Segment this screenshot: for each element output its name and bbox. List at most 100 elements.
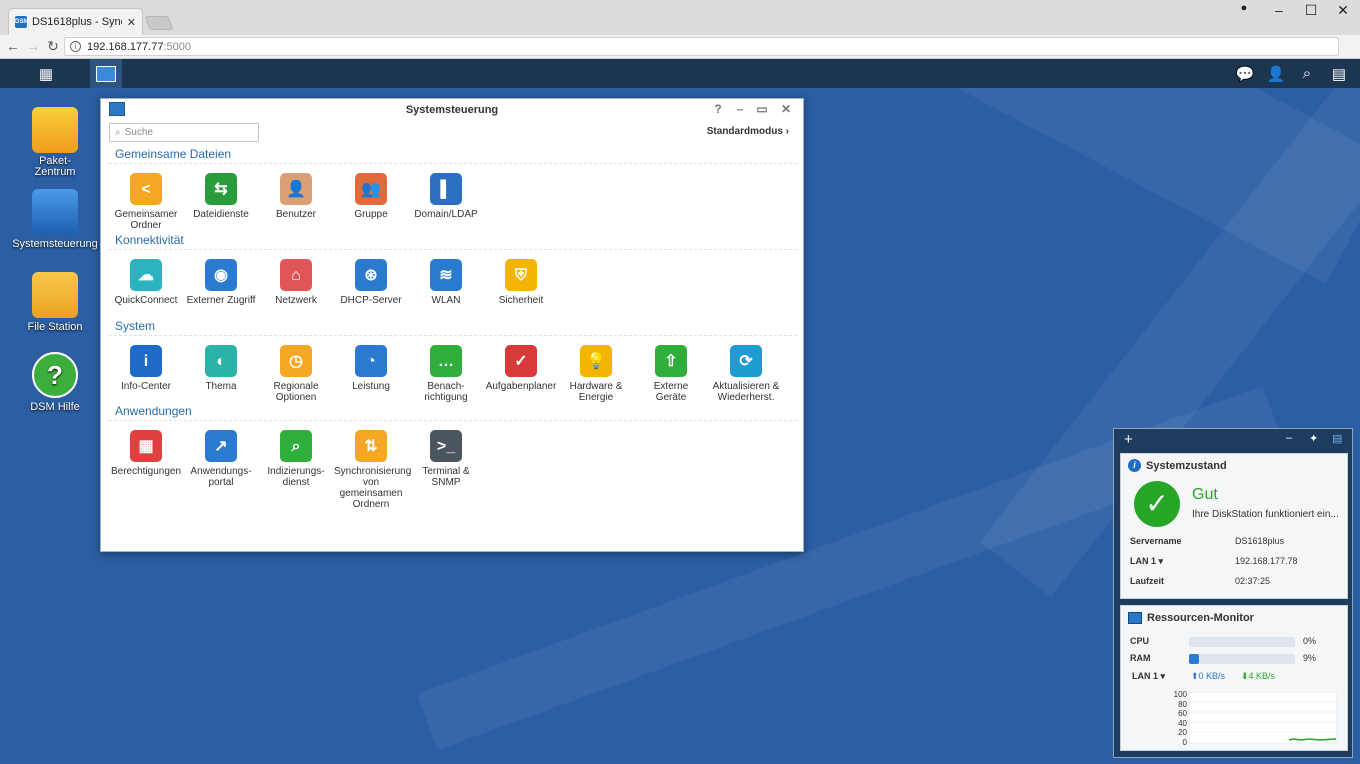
user-menu-icon[interactable]: 👤 <box>1260 59 1292 88</box>
package-center-icon <box>32 107 78 153</box>
pin-icon[interactable]: ✦ <box>1309 432 1318 445</box>
app-notification[interactable]: … Benach- richtigung <box>409 345 483 403</box>
app-security[interactable]: ⛨ Sicherheit <box>484 259 558 306</box>
control-panel-icon <box>32 189 78 235</box>
health-status: Gut <box>1192 486 1218 503</box>
app-external-devices[interactable]: ⇧ Externe Geräte <box>634 345 708 403</box>
axis-tick-label: 20 <box>1178 728 1187 737</box>
reload-icon[interactable]: ↻ <box>44 38 62 55</box>
new-tab-button[interactable] <box>144 16 174 30</box>
window-minimize-icon[interactable]: – <box>733 102 747 116</box>
back-arrow-icon[interactable]: ← <box>4 38 22 54</box>
app-wlan[interactable]: ≋ WLAN <box>409 259 483 306</box>
external-access-icon: ◉ <box>205 259 237 291</box>
widget-toggle-icon[interactable]: ▤ <box>1332 432 1342 445</box>
upload-value: 0 KB/s <box>1198 671 1226 681</box>
app-file-services[interactable]: ⇆ Dateidienste <box>184 173 258 220</box>
app-label: Gemeinsamer Ordner <box>114 209 178 231</box>
app-label: Externer Zugriff <box>186 295 256 306</box>
profile-icon[interactable]: ● <box>1229 2 1259 14</box>
control-panel-window: Systemsteuerung ? – ▭ ✕ ⌕ Suche Standard… <box>100 98 804 552</box>
desktop-file-station[interactable]: File Station <box>5 272 105 333</box>
app-label: Benutzer <box>275 209 317 220</box>
desktop-package-center[interactable]: Paket- Zentrum <box>5 107 105 178</box>
app-theme[interactable]: ◐ Thema <box>184 345 258 392</box>
health-row-value: 192.168.177.78 <box>1235 556 1298 566</box>
health-row-label: Laufzeit <box>1130 576 1165 586</box>
axis-tick-label: 100 <box>1173 690 1187 699</box>
app-label: WLAN <box>431 295 461 306</box>
app-task-scheduler[interactable]: ✓ Aufgabenplaner <box>484 345 558 392</box>
help-question-icon[interactable]: ? <box>711 102 725 116</box>
file-station-icon <box>32 272 78 318</box>
resource-monitor-title: Ressourcen-Monitor <box>1128 612 1254 624</box>
app-shared-folder[interactable]: < Gemeinsamer Ordner <box>109 173 183 231</box>
desktop-control-panel[interactable]: Systemsteuerung <box>5 189 105 250</box>
add-widget-icon[interactable]: + <box>1124 431 1133 448</box>
taskbar-control-panel-icon[interactable] <box>90 59 122 88</box>
app-user[interactable]: 👤 Benutzer <box>259 173 333 220</box>
section-divider <box>109 420 797 421</box>
security-icon: ⛨ <box>505 259 537 291</box>
app-update-restore[interactable]: ⟳ Aktualisieren & Wiederherst. <box>709 345 783 403</box>
url-host: 192.168.177.77 <box>87 40 164 53</box>
app-label: Gruppe <box>354 209 388 220</box>
app-info-center[interactable]: i Info-Center <box>109 345 183 392</box>
app-domain-ldap[interactable]: ▌ Domain/LDAP <box>409 173 483 220</box>
app-label: Synchronisierung von gemeinsamen Ordnern <box>334 466 412 510</box>
widgets-icon[interactable]: ▤ <box>1323 59 1355 88</box>
maximize-icon[interactable]: ☐ <box>1296 2 1326 19</box>
app-label: DHCP-Server <box>340 295 402 306</box>
window-titlebar[interactable]: Systemsteuerung ? – ▭ ✕ <box>101 99 803 121</box>
app-network[interactable]: ⌂ Netzwerk <box>259 259 333 306</box>
app-terminal-snmp[interactable]: >_ Terminal & SNMP <box>409 430 483 488</box>
app-application-portal[interactable]: ↗ Anwendungs- portal <box>184 430 258 488</box>
window-close-icon[interactable]: ✕ <box>779 102 793 116</box>
info-icon: i <box>1128 459 1141 472</box>
app-label: Hardware & Energie <box>569 381 623 403</box>
widget-header: + – ✦ ▤ <box>1114 429 1352 451</box>
health-row-label[interactable]: LAN 1 ▾ <box>1130 556 1163 567</box>
cpu-bar <box>1189 637 1295 647</box>
close-icon[interactable]: ✕ <box>1328 2 1358 19</box>
app-privileges[interactable]: ▦ Berechtigungen <box>109 430 183 477</box>
lan-selector[interactable]: LAN 1 ▾ <box>1132 671 1165 682</box>
section-title: Anwendungen <box>115 404 192 418</box>
app-shared-folder-sync[interactable]: ⇅ Synchronisierung von gemeinsamen Ordner… <box>334 430 412 510</box>
app-group[interactable]: 👥 Gruppe <box>334 173 408 220</box>
upload-arrow-icon: ⬆ <box>1191 671 1199 681</box>
site-info-icon[interactable]: i <box>70 41 81 52</box>
cpu-value: 0% <box>1303 636 1317 646</box>
user-icon: 👤 <box>280 173 312 205</box>
search-icon[interactable]: ⌕ <box>1291 59 1323 88</box>
app-quickconnect[interactable]: ☁ QuickConnect <box>109 259 183 306</box>
browser-tab[interactable]: DSM DS1618plus - Synology D ✕ <box>8 8 143 35</box>
standard-mode-link[interactable]: Standardmodus › <box>707 126 789 137</box>
app-indexing-service[interactable]: ⌕ Indizierungs- dienst <box>259 430 333 488</box>
info-center-icon: i <box>130 345 162 377</box>
app-dhcp-server[interactable]: ⊛ DHCP-Server <box>334 259 408 306</box>
minimize-icon[interactable]: – <box>1264 2 1294 18</box>
desktop-dsm-help[interactable]: ? DSM Hilfe <box>5 352 105 413</box>
app-hardware-power[interactable]: 💡 Hardware & Energie <box>559 345 633 403</box>
app-regional-options[interactable]: ◷ Regionale Optionen <box>259 345 333 403</box>
app-label: Aktualisieren & Wiederherst. <box>712 381 780 403</box>
window-maximize-icon[interactable]: ▭ <box>755 102 769 116</box>
section-title: Konnektivität <box>115 233 184 247</box>
app-performance[interactable]: ◔ Leistung <box>334 345 408 392</box>
mode-label: Standardmodus <box>706 126 783 137</box>
url-input[interactable]: i 192.168.177.77:5000 <box>64 37 1339 56</box>
widget-minimize-icon[interactable]: – <box>1286 432 1292 444</box>
notifications-icon[interactable]: 💬 <box>1229 59 1261 88</box>
app-label: Terminal & SNMP <box>422 466 470 488</box>
dhcp-server-icon: ⊛ <box>355 259 387 291</box>
network-chart <box>1189 692 1337 744</box>
main-menu-icon[interactable]: ▦ <box>30 59 62 88</box>
tab-close-icon[interactable]: ✕ <box>127 16 136 29</box>
forward-arrow-icon[interactable]: → <box>24 38 42 54</box>
resource-monitor-card: Ressourcen-Monitor CPU 0% RAM 9% LAN 1 ▾… <box>1120 605 1348 751</box>
search-input[interactable]: ⌕ Suche <box>109 123 259 142</box>
app-label: QuickConnect <box>114 295 178 306</box>
app-external-access[interactable]: ◉ Externer Zugriff <box>184 259 258 306</box>
theme-icon: ◐ <box>205 345 237 377</box>
